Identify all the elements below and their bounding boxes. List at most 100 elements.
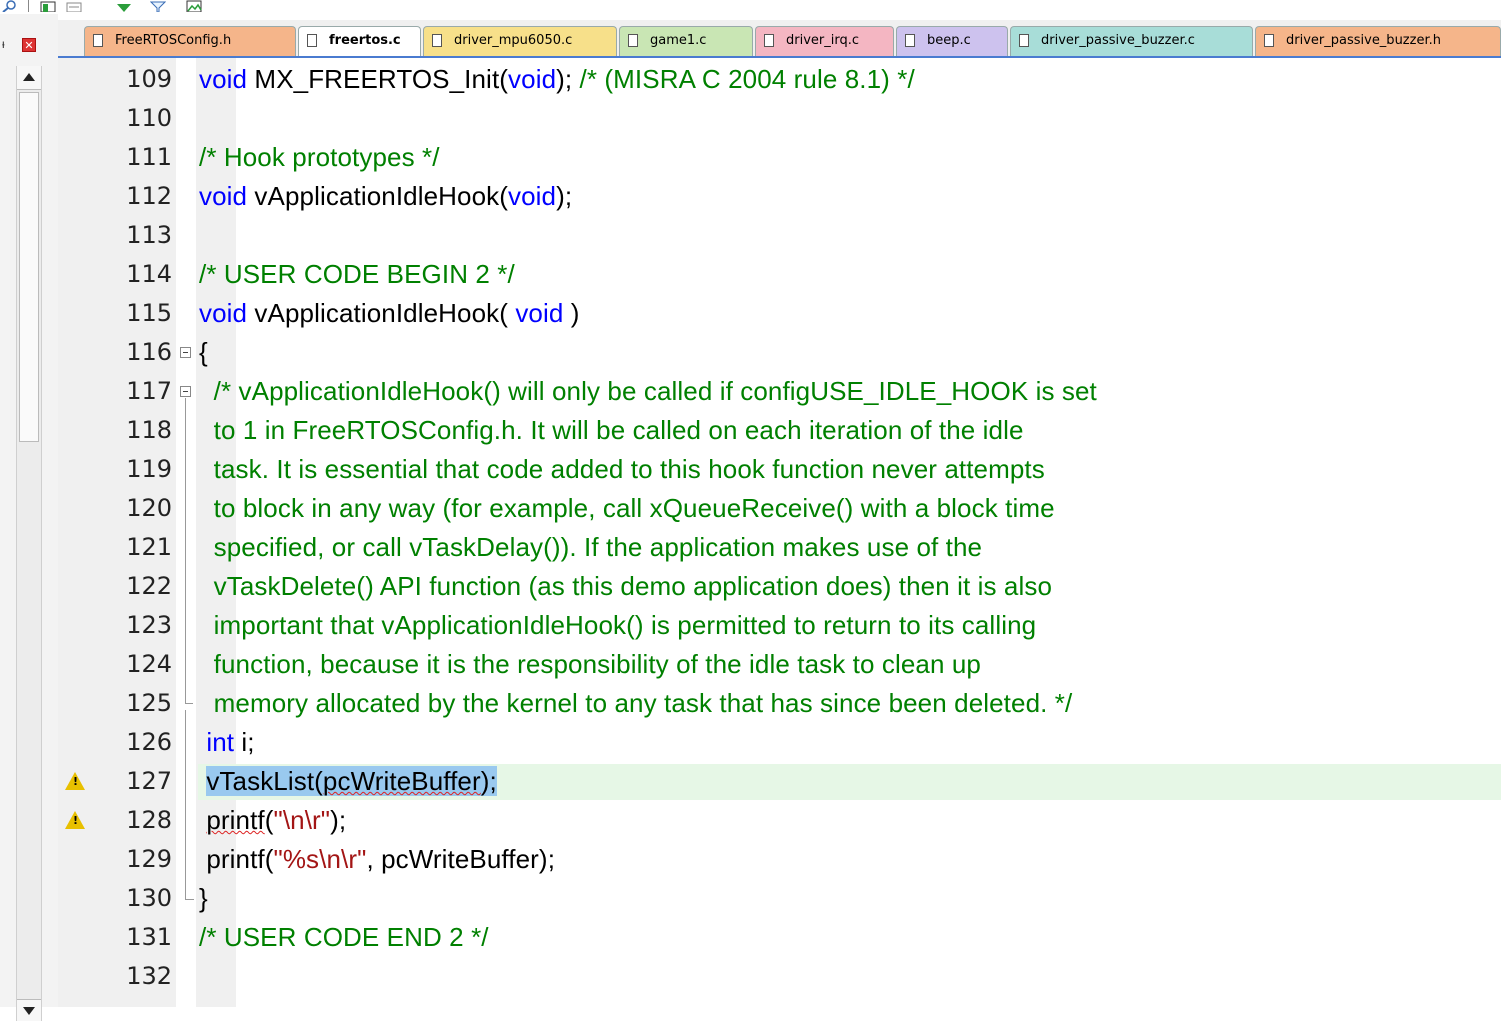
fold-end-marker	[185, 703, 193, 704]
code-text[interactable]: }	[199, 879, 208, 918]
code-text[interactable]: printf("\n\r");	[199, 801, 346, 840]
code-text[interactable]: specified, or call vTaskDelay()). If the…	[199, 528, 982, 567]
tab-label: driver_mpu6050.c	[454, 33, 573, 48]
line-number: 109	[126, 65, 172, 93]
line-number: 130	[126, 884, 172, 912]
tab-freertosconfig-h[interactable]: FreeRTOSConfig.h	[84, 26, 296, 56]
file-icon	[93, 34, 103, 47]
code-line[interactable]: 121 specified, or call vTaskDelay()). If…	[58, 528, 1501, 567]
vertical-scrollbar[interactable]	[16, 66, 42, 1021]
code-editor[interactable]: 109 void MX_FREERTOS_Init(void); /* (MISR…	[58, 58, 1501, 1007]
code-text[interactable]: vTaskList(pcWriteBuffer);	[199, 762, 497, 801]
code-line[interactable]: 117 /* vApplicationIdleHook() will only …	[58, 372, 1501, 411]
code-line[interactable]: 111 /* Hook prototypes */	[58, 138, 1501, 177]
close-icon[interactable]: ✕	[22, 38, 36, 52]
tab-bar: FreeRTOSConfig.h freertos.c driver_mpu6050…	[58, 20, 1501, 58]
code-line[interactable]: 126 int i;	[58, 723, 1501, 762]
file-icon	[764, 34, 774, 47]
code-line[interactable]: 131 /* USER CODE END 2 */	[58, 918, 1501, 957]
file-icon	[307, 34, 317, 47]
line-number: 128	[126, 806, 172, 834]
code-text[interactable]: void vApplicationIdleHook( void )	[199, 294, 580, 333]
code-text[interactable]: void vApplicationIdleHook(void);	[199, 177, 572, 216]
file-icon	[1264, 34, 1274, 47]
tab-label: freertos.c	[329, 33, 401, 48]
tab-label: driver_passive_buzzer.c	[1041, 33, 1195, 48]
line-number: 112	[126, 182, 172, 210]
restore-icon[interactable]	[66, 0, 82, 12]
scroll-down-button[interactable]	[17, 999, 41, 1021]
code-line[interactable]: 115 void vApplicationIdleHook( void )	[58, 294, 1501, 333]
search-icon[interactable]	[2, 0, 18, 12]
warning-icon[interactable]	[65, 811, 85, 829]
fold-guide	[185, 398, 186, 704]
scroll-up-button[interactable]	[17, 66, 41, 90]
code-line[interactable]: 129 printf("%s\n\r", pcWriteBuffer);	[58, 840, 1501, 879]
line-number: 126	[126, 728, 172, 756]
code-text[interactable]: to block in any way (for example, call x…	[199, 489, 1055, 528]
code-line[interactable]: 113	[58, 216, 1501, 255]
tab-driver-mpu6050-c[interactable]: driver_mpu6050.c	[423, 26, 617, 56]
code-text[interactable]: function, because it is the responsibili…	[199, 645, 981, 684]
code-line[interactable]: 120 to block in any way (for example, ca…	[58, 489, 1501, 528]
code-text[interactable]: int i;	[199, 723, 255, 762]
pin-icon[interactable]: ᵼ	[2, 38, 5, 50]
line-number: 110	[126, 104, 172, 132]
line-number: 125	[126, 689, 172, 717]
line-number: 124	[126, 650, 172, 678]
code-text[interactable]: /* Hook prototypes */	[199, 138, 440, 177]
line-number: 113	[126, 221, 172, 249]
line-number: 116	[126, 338, 172, 366]
file-icon	[905, 34, 915, 47]
code-text[interactable]: /* USER CODE END 2 */	[199, 918, 489, 957]
code-text[interactable]: important that vApplicationIdleHook() is…	[199, 606, 1036, 645]
tab-driver-irq-c[interactable]: driver_irq.c	[755, 26, 894, 56]
code-text[interactable]: /* vApplicationIdleHook() will only be c…	[199, 372, 1097, 411]
line-number: 111	[126, 143, 172, 171]
code-line[interactable]: 124 function, because it is the responsi…	[58, 645, 1501, 684]
tab-driver-passive-buzzer-h[interactable]: driver_passive_buzzer.h	[1255, 26, 1501, 56]
scroll-thumb[interactable]	[19, 92, 39, 442]
code-line[interactable]: 128 printf("\n\r");	[58, 801, 1501, 840]
fold-toggle[interactable]	[180, 386, 191, 397]
tab-beep-c[interactable]: beep.c	[896, 26, 1008, 56]
code-line[interactable]: 109 void MX_FREERTOS_Init(void); /* (MISR…	[58, 60, 1501, 99]
filter-icon[interactable]	[150, 0, 166, 12]
code-line[interactable]: 110	[58, 99, 1501, 138]
code-line[interactable]: 116 {	[58, 333, 1501, 372]
tab-game1-c[interactable]: game1.c	[619, 26, 753, 56]
tab-label: beep.c	[927, 33, 971, 48]
download-icon[interactable]	[116, 0, 132, 12]
tab-freertos-c[interactable]: freertos.c	[298, 26, 421, 56]
code-line[interactable]: 119 task. It is essential that code adde…	[58, 450, 1501, 489]
code-line[interactable]: 122 vTaskDelete() API function (as this …	[58, 567, 1501, 606]
code-line[interactable]: 130}	[58, 879, 1501, 918]
tab-driver-passive-buzzer-c[interactable]: driver_passive_buzzer.c	[1010, 26, 1253, 56]
image-icon[interactable]	[186, 0, 202, 12]
code-text[interactable]: printf("%s\n\r", pcWriteBuffer);	[199, 840, 555, 879]
line-number: 129	[126, 845, 172, 873]
code-text[interactable]: /* USER CODE BEGIN 2 */	[199, 255, 515, 294]
code-text[interactable]: task. It is essential that code added to…	[199, 450, 1045, 489]
code-text[interactable]: to 1 in FreeRTOSConfig.h. It will be cal…	[199, 411, 1024, 450]
code-line[interactable]: 127 vTaskList(pcWriteBuffer);	[58, 762, 1501, 801]
code-text[interactable]: void MX_FREERTOS_Init(void); /* (MISRA C…	[199, 60, 915, 99]
code-line[interactable]: 125 memory allocated by the kernel to an…	[58, 684, 1501, 723]
selection: vTaskList(pcWriteBuffer);	[206, 766, 497, 796]
code-line[interactable]: 123 important that vApplicationIdleHook(…	[58, 606, 1501, 645]
warning-icon[interactable]	[65, 772, 85, 790]
fold-end-marker	[185, 879, 194, 900]
fold-toggle[interactable]	[180, 347, 191, 358]
line-number: 114	[126, 260, 172, 288]
code-text[interactable]: memory allocated by the kernel to any ta…	[199, 684, 1073, 723]
code-line[interactable]: 132	[58, 957, 1501, 996]
new-window-icon[interactable]	[40, 0, 56, 12]
code-text[interactable]: vTaskDelete() API function (as this demo…	[199, 567, 1052, 606]
code-text[interactable]: {	[199, 333, 208, 372]
line-number: 119	[126, 455, 172, 483]
line-number: 121	[126, 533, 172, 561]
code-line[interactable]: 118 to 1 in FreeRTOSConfig.h. It will be…	[58, 411, 1501, 450]
tab-label: game1.c	[650, 33, 707, 48]
code-line[interactable]: 112 void vApplicationIdleHook(void);	[58, 177, 1501, 216]
code-line[interactable]: 114 /* USER CODE BEGIN 2 */	[58, 255, 1501, 294]
